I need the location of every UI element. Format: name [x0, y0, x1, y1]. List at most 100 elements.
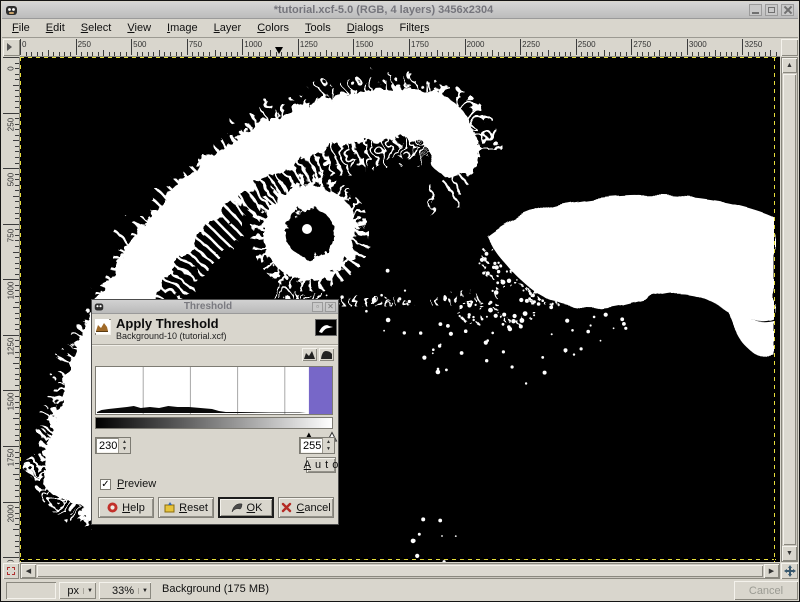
histogram-linear-button[interactable]	[302, 348, 317, 361]
ruler-tick	[15, 68, 19, 69]
vertical-ruler[interactable]: 0250500750100012501500175020002250	[3, 57, 20, 562]
ruler-tick	[98, 52, 99, 56]
scroll-left-button[interactable]: ◀	[21, 564, 36, 578]
menu-item-dialogs[interactable]: Dialogs	[339, 20, 392, 37]
zoom-select[interactable]: 33% ▼	[99, 582, 151, 599]
menu-item-select[interactable]: Select	[73, 20, 120, 37]
cursor-position-field	[6, 582, 56, 599]
menu-item-colors[interactable]: Colors	[249, 20, 297, 37]
window-titlebar[interactable]: *tutorial.xcf-5.0 (RGB, 4 layers) 3456x2…	[2, 2, 798, 19]
ruler-tick	[15, 151, 19, 152]
low-threshold-spinbox[interactable]: 230 ▲▼	[95, 437, 131, 454]
scroll-right-button[interactable]: ▶	[764, 564, 779, 578]
menu-item-view[interactable]: View	[119, 20, 159, 37]
ruler-tick	[509, 52, 510, 56]
minimize-button[interactable]	[749, 4, 762, 16]
dropdown-arrow-icon: ▼	[83, 588, 93, 594]
spin-down-icon[interactable]: ▼	[119, 446, 130, 454]
ruler-tick	[15, 457, 19, 458]
ruler-tick	[15, 346, 19, 347]
ruler-label: 1750	[411, 40, 429, 49]
reset-button[interactable]: Reset	[158, 497, 214, 518]
ruler-tick	[15, 135, 19, 136]
statusbar-cancel-button: Cancel	[734, 581, 798, 600]
spin-down-icon[interactable]: ▼	[323, 446, 334, 454]
unit-select[interactable]: px ▼	[59, 582, 96, 599]
ruler-tick	[192, 52, 193, 56]
ruler-tick	[581, 52, 582, 56]
ruler-label: 2000	[467, 40, 485, 49]
vertical-scrollbar[interactable]: ▲ ▼	[781, 57, 798, 562]
ruler-tick	[15, 124, 19, 125]
ruler-tick	[15, 546, 19, 547]
ruler-tick	[15, 374, 19, 375]
ruler-tick	[398, 52, 399, 56]
ruler-tick	[15, 101, 19, 102]
ruler-tick	[198, 52, 199, 56]
navigation-button[interactable]	[781, 563, 798, 579]
ruler-tick	[15, 452, 19, 453]
menu-item-file[interactable]: File	[4, 20, 38, 37]
ruler-tick	[15, 352, 19, 353]
ok-button[interactable]: OK	[218, 497, 274, 518]
ruler-tick	[15, 435, 19, 436]
preview-checkbox[interactable]: ✓	[100, 479, 111, 490]
menu-item-tools[interactable]: Tools	[297, 20, 339, 37]
horizontal-scroll-thumb[interactable]	[37, 565, 763, 577]
ruler-tick	[642, 52, 643, 56]
spin-up-icon[interactable]: ▲	[119, 438, 130, 446]
linear-histogram-icon	[304, 350, 315, 359]
scroll-up-button[interactable]: ▲	[782, 58, 797, 73]
ruler-tick	[15, 318, 19, 319]
ruler-tick	[531, 52, 532, 56]
horizontal-ruler[interactable]: 0250500750100012501500175020002250250027…	[20, 39, 780, 57]
ruler-tick	[331, 52, 332, 56]
ruler-tick	[15, 340, 19, 341]
dialog-maximize-button[interactable]: ▫	[312, 302, 323, 312]
menu-item-layer[interactable]: Layer	[206, 20, 250, 37]
high-threshold-spinbox[interactable]: 255 ▲▼	[299, 437, 335, 454]
help-button[interactable]: Help	[98, 497, 154, 518]
ruler-tick	[15, 440, 19, 441]
threshold-gradient-bar[interactable]	[95, 417, 333, 429]
ruler-tick	[15, 90, 19, 91]
ruler-tick	[15, 96, 19, 97]
spin-up-icon[interactable]: ▲	[323, 438, 334, 446]
quickmask-toggle-button[interactable]	[3, 563, 19, 579]
maximize-button[interactable]	[765, 4, 778, 16]
scroll-down-button[interactable]: ▼	[782, 546, 797, 561]
ruler-tick	[15, 201, 19, 202]
pan-cross-icon	[784, 565, 796, 577]
ok-icon	[230, 502, 243, 514]
cancel-button[interactable]: Cancel	[278, 497, 334, 518]
ruler-tick	[681, 52, 682, 56]
ruler-tick	[776, 52, 777, 56]
menu-item-edit[interactable]: Edit	[38, 20, 73, 37]
ruler-tick	[609, 52, 610, 56]
ruler-tick	[148, 52, 149, 56]
auto-button[interactable]: Auto	[306, 457, 336, 473]
close-button[interactable]	[781, 4, 794, 16]
histogram-log-button[interactable]	[319, 348, 334, 361]
resize-toggle-button[interactable]	[781, 39, 798, 56]
ruler-tick	[665, 52, 666, 56]
ruler-tick	[554, 52, 555, 56]
dialog-titlebar[interactable]: Threshold ▫ ✕	[92, 300, 338, 314]
vertical-scroll-thumb[interactable]	[783, 74, 796, 545]
ruler-corner-button[interactable]	[3, 39, 20, 56]
menu-item-filters[interactable]: Filters	[391, 20, 437, 37]
ruler-tick	[131, 39, 132, 55]
ruler-tick	[520, 39, 521, 55]
dialog-close-button[interactable]: ✕	[325, 302, 336, 312]
ruler-tick	[754, 52, 755, 56]
horizontal-scrollbar[interactable]: ◀ ▶	[20, 563, 780, 579]
threshold-histogram[interactable]	[95, 366, 333, 415]
menu-item-image[interactable]: Image	[159, 20, 206, 37]
ruler-tick	[15, 541, 19, 542]
ruler-tick	[103, 50, 104, 56]
ruler-tick	[420, 52, 421, 56]
ruler-tick	[303, 52, 304, 56]
ruler-tick	[126, 52, 127, 56]
ruler-tick	[15, 385, 19, 386]
ruler-tick	[470, 52, 471, 56]
